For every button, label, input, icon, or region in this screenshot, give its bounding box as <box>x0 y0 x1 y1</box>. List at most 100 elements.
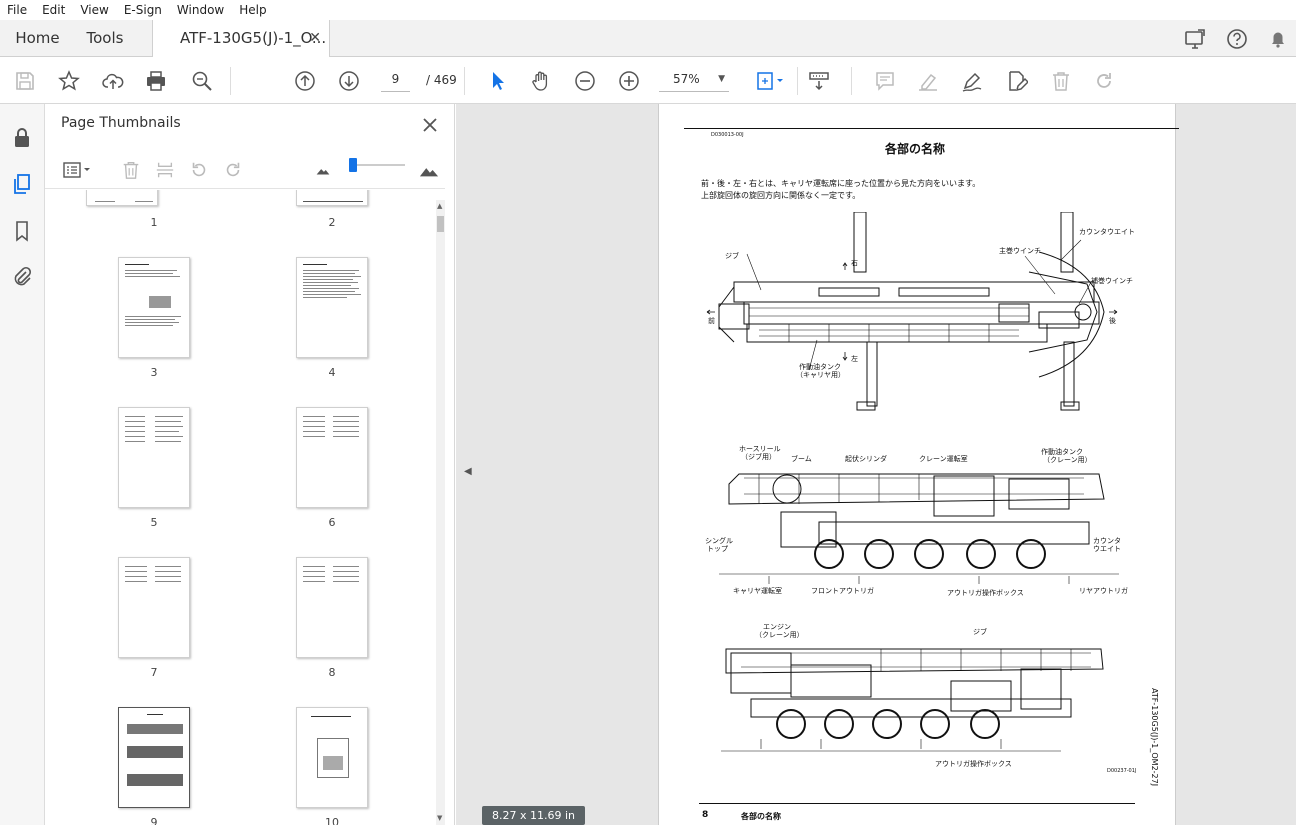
thumbnail-page-2[interactable] <box>296 190 368 206</box>
thumbnail-page-7[interactable] <box>118 557 190 658</box>
attachment-icon[interactable] <box>10 265 34 289</box>
menu-bar: File Edit View E-Sign Window Help <box>0 0 1296 20</box>
scroll-up-icon[interactable]: ▲ <box>437 202 442 210</box>
enlarge-thumbnails-icon[interactable] <box>417 158 441 182</box>
page-size-indicator: 8.27 x 11.69 in <box>482 806 586 825</box>
thumbnail-page-9[interactable] <box>118 707 190 808</box>
close-icon[interactable]: ✕ <box>309 20 321 57</box>
highlight-icon[interactable] <box>915 68 941 94</box>
redo-icon[interactable] <box>1091 68 1117 94</box>
delete-page-icon[interactable] <box>119 158 143 182</box>
menu-help[interactable]: Help <box>232 0 274 20</box>
fit-page-icon[interactable] <box>752 68 788 94</box>
panel-toolbar <box>45 149 445 189</box>
tab-bar: Home Tools ATF-130G5(J)-1_O... ✕ <box>0 20 1296 58</box>
thumbnail-page-6[interactable] <box>296 407 368 508</box>
label-hose-reel-2: （ジブ用） <box>741 453 776 461</box>
label-outrigger-box: アウトリガ操作ボックス <box>947 589 1024 597</box>
thumbnail-size-slider[interactable] <box>351 164 405 166</box>
panel-title: Page Thumbnails <box>61 115 181 131</box>
label-right: 右 <box>851 259 858 267</box>
zoom-out-icon[interactable] <box>572 68 598 94</box>
label-left: 左 <box>851 355 858 363</box>
page-title: 各部の名称 <box>885 142 946 156</box>
thumbnail-panel: Page Thumbnails 1 2 3 4 5 6 7 8 9 10 ▲ ▼ <box>45 104 455 825</box>
save-icon[interactable] <box>12 68 38 94</box>
search-zoom-icon[interactable] <box>189 68 215 94</box>
thumbnail-label: 9 <box>150 816 158 825</box>
scroll-down-icon[interactable]: ▼ <box>437 814 442 822</box>
rotate-left-icon[interactable] <box>187 158 211 182</box>
hand-tool-icon[interactable] <box>528 68 554 94</box>
thumbnail-options-icon[interactable] <box>59 158 95 182</box>
comment-icon[interactable] <box>872 68 898 94</box>
thumbnail-page-4[interactable] <box>296 257 368 358</box>
label-counterweight-2: ウエイト <box>1093 545 1121 553</box>
footer-title: 各部の名称 <box>741 812 781 821</box>
collapse-panel-icon[interactable]: ◀ <box>464 466 472 477</box>
rotate-right-icon[interactable] <box>221 158 245 182</box>
menu-edit[interactable]: Edit <box>35 0 73 20</box>
edit-pdf-icon[interactable] <box>1004 68 1030 94</box>
thumbnail-page-10[interactable] <box>296 707 368 808</box>
print-icon[interactable] <box>143 68 169 94</box>
thumbnail-page-3[interactable] <box>118 257 190 358</box>
help-icon[interactable] <box>1225 27 1249 51</box>
close-panel-icon[interactable] <box>418 113 442 137</box>
lock-icon[interactable] <box>10 126 34 150</box>
tab-document[interactable]: ATF-130G5(J)-1_O... ✕ <box>152 20 330 58</box>
footer-page-number: 8 <box>702 810 709 820</box>
menu-view[interactable]: View <box>73 0 116 20</box>
star-icon[interactable] <box>56 68 82 94</box>
label-front: 前 <box>708 317 715 325</box>
thumbnail-label: 2 <box>328 216 336 229</box>
zoom-value: 57% <box>673 72 700 86</box>
figure-code: D00237-01J <box>1107 768 1137 774</box>
zoom-dropdown[interactable]: 57% ▼ <box>659 66 729 92</box>
menu-esign[interactable]: E-Sign <box>117 0 170 20</box>
sign-pen-icon[interactable] <box>959 68 985 94</box>
share-screen-icon[interactable] <box>1183 27 1207 51</box>
label-carrier-cab: キャリヤ運転室 <box>733 587 782 595</box>
thumbnail-page-1[interactable] <box>86 190 158 206</box>
label-front-outrigger: フロントアウトリガ <box>811 587 874 595</box>
zoom-in-icon[interactable] <box>616 68 642 94</box>
thumbnail-page-8[interactable] <box>296 557 368 658</box>
thumbnail-list: 1 2 3 4 5 6 7 8 9 10 <box>45 190 437 825</box>
thumbnail-label: 3 <box>150 366 158 379</box>
label-tank-carrier-2: （キャリヤ用） <box>796 371 845 379</box>
label-rear: 後 <box>1109 317 1116 325</box>
scroll-mode-icon[interactable] <box>806 68 832 94</box>
delete-icon[interactable] <box>1048 68 1074 94</box>
label-engine-2: （クレーン用） <box>755 631 804 639</box>
section-code: D030013-00J <box>711 132 744 138</box>
upload-cloud-icon[interactable] <box>100 68 126 94</box>
extract-page-icon[interactable] <box>153 158 177 182</box>
pdf-page: D030013-00J 各部の名称 前・後・左・右とは、キャリヤ運転席に座った位… <box>658 104 1179 825</box>
tab-home[interactable]: Home <box>0 20 75 57</box>
prev-page-icon[interactable] <box>292 68 318 94</box>
bell-icon[interactable] <box>1266 27 1290 51</box>
vertical-doc-code: ATF-130G5(J)-1_OM2-27J <box>1150 688 1159 787</box>
shrink-thumbnails-icon[interactable] <box>311 158 335 182</box>
document-view[interactable]: ◀ D030013-00J 各部の名称 前・後・左・右とは、キャリヤ運転席に座っ… <box>456 104 1296 825</box>
thumbnail-scrollbar[interactable]: ▲ ▼ <box>436 200 445 825</box>
label-jib-2: ジブ <box>973 628 987 636</box>
slider-handle[interactable] <box>349 158 357 172</box>
tab-document-label: ATF-130G5(J)-1_O... <box>180 29 327 47</box>
thumbnail-page-5[interactable] <box>118 407 190 508</box>
select-cursor-icon[interactable] <box>485 68 511 94</box>
menu-window[interactable]: Window <box>170 0 232 20</box>
next-page-icon[interactable] <box>336 68 362 94</box>
label-aux-winch: 補巻ウインチ <box>1091 277 1133 285</box>
page-thumbnails-icon[interactable] <box>10 172 34 196</box>
crane-top-view <box>706 212 1118 411</box>
page-number-input[interactable] <box>381 66 410 92</box>
thumbnail-label: 6 <box>328 516 336 529</box>
label-counterweight: カウンタウエイト <box>1079 228 1135 236</box>
bookmark-icon[interactable] <box>10 219 34 243</box>
intro-line-2: 上部旋回体の旋回方向に関係なく一定です。 <box>701 191 861 200</box>
tab-tools[interactable]: Tools <box>75 20 135 57</box>
menu-file[interactable]: File <box>0 0 35 20</box>
thumbnail-label: 5 <box>150 516 158 529</box>
